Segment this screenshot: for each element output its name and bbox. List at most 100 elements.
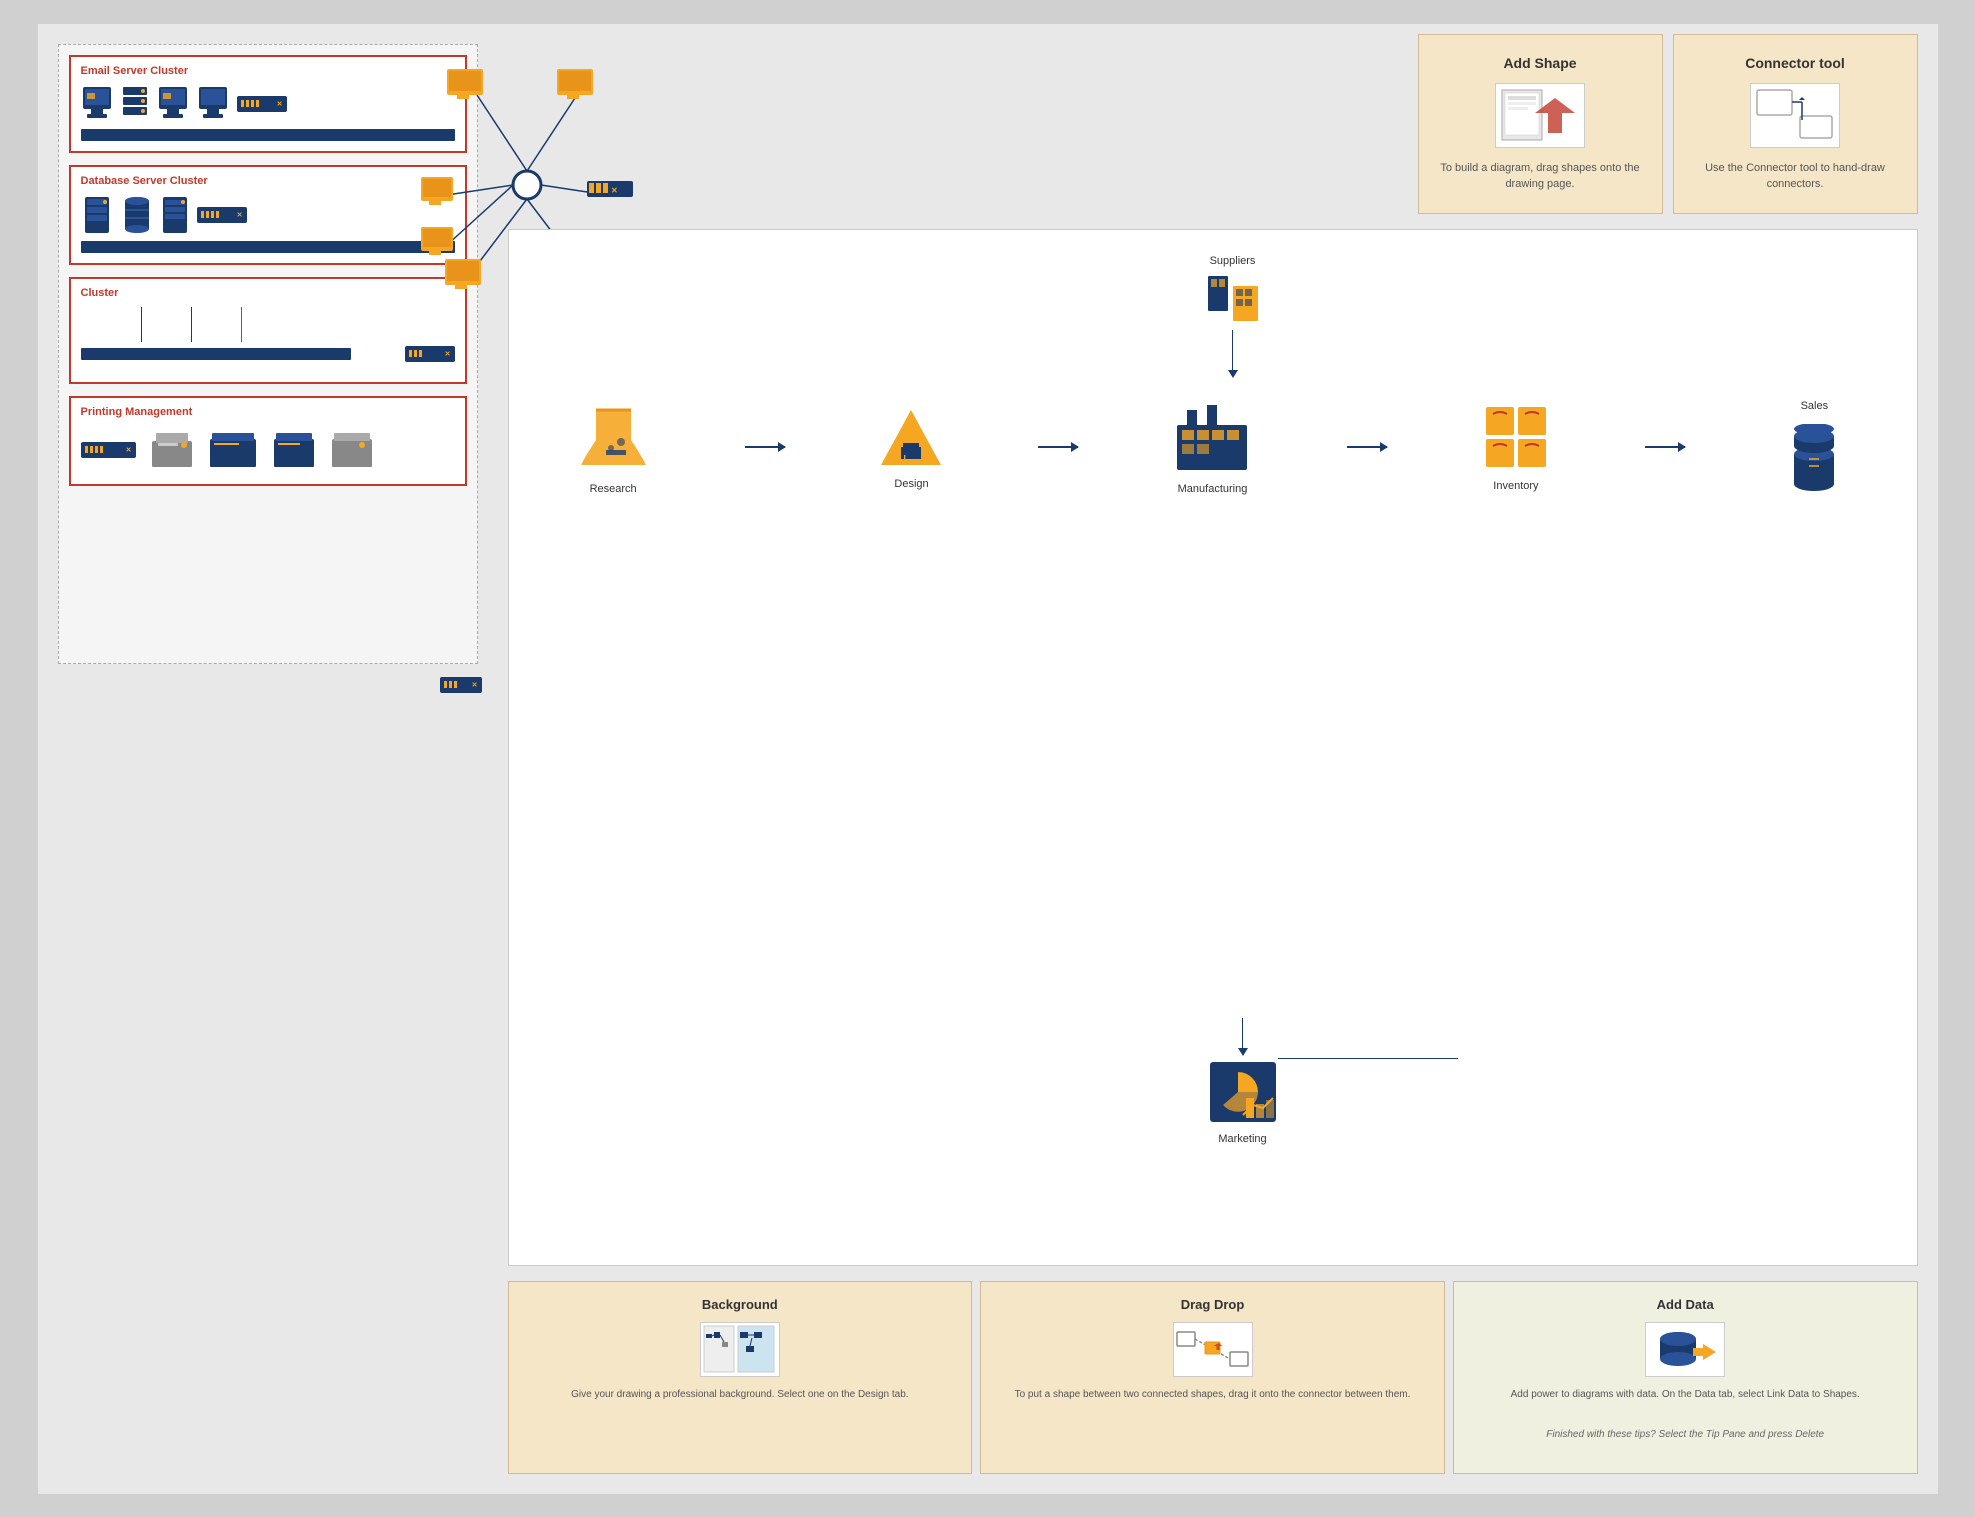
printer-2-icon [208, 431, 258, 469]
marketing-node[interactable]: Marketing [1208, 1060, 1278, 1145]
sales-node[interactable]: Sales [1779, 400, 1849, 494]
background-tip-title: Background [702, 1297, 778, 1312]
add-data-title: Add Data [1657, 1297, 1714, 1312]
drag-drop-text: To put a shape between two connected sha… [1015, 1387, 1411, 1402]
printing-title: Printing Management [81, 406, 455, 418]
suppliers-label: Suppliers [1210, 255, 1256, 267]
cross-connector: ✕ [440, 677, 482, 693]
workstation-1[interactable] [81, 85, 113, 123]
manufacturing-label: Manufacturing [1178, 483, 1248, 495]
workstation-2[interactable] [157, 85, 189, 123]
printing-switch-group[interactable]: ✕ [81, 442, 136, 458]
add-shape-icon-area [1495, 83, 1585, 148]
email-server-title: Email Server Cluster [81, 65, 455, 77]
switch-db-port-3 [211, 211, 214, 218]
printer-3[interactable] [272, 431, 316, 469]
switch-db-x: ✕ [237, 211, 243, 219]
suppliers-icon [1203, 271, 1263, 326]
switch-db[interactable]: ✕ [197, 207, 247, 223]
cs-x: ✕ [472, 681, 478, 689]
switch-1-body: ✕ [237, 96, 287, 112]
cluster-bus [81, 348, 351, 360]
suppliers-arrow-line [1232, 330, 1234, 370]
ps-port-1 [85, 446, 88, 453]
arrow-design-manufacturing [1038, 446, 1078, 448]
main-flow: Research ! Design [529, 400, 1897, 495]
simple-cluster-title: Cluster [81, 287, 455, 299]
sales-icon [1779, 424, 1849, 494]
db-cylinder-1[interactable] [121, 195, 153, 235]
workstation-2-icon [157, 85, 189, 123]
marketing-group: Marketing [1208, 1018, 1278, 1145]
process-diagram: Suppliers [508, 229, 1918, 1266]
stick-3-red [241, 307, 243, 342]
canvas: Email Server Cluster [38, 24, 1938, 1494]
server-stack-1[interactable] [121, 85, 149, 123]
switch-port-3 [251, 100, 254, 107]
drag-drop-icon [1173, 1322, 1253, 1377]
background-tip-icon [700, 1322, 780, 1377]
connector-tool-panel: Connector tool Use the Connector tool to… [1673, 34, 1918, 214]
switch-port-1 [241, 100, 244, 107]
inventory-node[interactable]: Inventory [1481, 402, 1551, 492]
switch-db-port-2 [206, 211, 209, 218]
cs-port-2 [449, 681, 452, 688]
connector-tool-illustration [1755, 88, 1835, 143]
ps-port-2 [90, 446, 93, 453]
db-server-tower[interactable] [161, 195, 189, 235]
add-data-illustration [1648, 1324, 1723, 1374]
add-data-tip: Add Data Add power to diagrams with data… [1453, 1281, 1918, 1474]
drag-drop-tip: Drag Drop To put a shape between two con… [980, 1281, 1445, 1474]
email-server-cluster[interactable]: Email Server Cluster [69, 55, 467, 153]
cross-switch: ✕ [440, 677, 482, 693]
network-cluster-area: Email Server Cluster [58, 44, 478, 664]
cluster-switch-body: ✕ [405, 346, 455, 362]
printing-cluster[interactable]: Printing Management ✕ [69, 396, 467, 486]
switch-db-body: ✕ [197, 207, 247, 223]
ps-port-3 [95, 446, 98, 453]
add-shape-text: To build a diagram, drag shapes onto the… [1434, 160, 1647, 193]
manufacturing-node[interactable]: Manufacturing [1172, 400, 1252, 495]
workstation-1-icon [81, 85, 113, 123]
workstation-3[interactable] [197, 85, 229, 123]
research-icon [576, 400, 651, 475]
db-server-1[interactable] [81, 195, 113, 235]
switch-db-port-4 [216, 211, 219, 218]
cluster-switch-port-1 [409, 350, 412, 357]
switch-x-mark: ✕ [277, 100, 283, 108]
printer-1[interactable] [150, 431, 194, 469]
manufacturing-icon [1172, 400, 1252, 475]
server-stack-1-icon [121, 85, 149, 123]
cluster-switch-port-3 [419, 350, 422, 357]
drag-drop-illustration [1175, 1324, 1250, 1374]
printer-4-icon [330, 431, 374, 469]
top-tips-row: Add Shape To build a diagram, drag shape… [1418, 34, 1918, 214]
add-shape-illustration [1500, 88, 1580, 143]
left-panel: Email Server Cluster [58, 44, 488, 1474]
db-cylinder-1-icon [121, 195, 153, 235]
background-tip: Background [508, 1281, 973, 1474]
printer-3-icon [272, 431, 316, 469]
cluster-switch-port-2 [414, 350, 417, 357]
database-server-cluster[interactable]: Database Server Cluster [69, 165, 467, 265]
switch-1[interactable]: ✕ [237, 96, 287, 112]
design-node[interactable]: ! Design [879, 405, 944, 490]
research-label: Research [590, 483, 637, 495]
research-node[interactable]: Research [576, 400, 651, 495]
suppliers-group: Suppliers [1203, 255, 1263, 378]
design-icon: ! [879, 405, 944, 470]
m-to-s-horiz [1278, 1058, 1458, 1060]
arrow-research-design [745, 446, 785, 448]
arrow-inventory-sales [1645, 446, 1685, 448]
add-data-text: Add power to diagrams with data. On the … [1511, 1387, 1860, 1402]
printer-2[interactable] [208, 431, 258, 469]
db-server-tower-icon [161, 195, 189, 235]
cluster-switch[interactable]: ✕ [405, 346, 455, 362]
database-server-content: ✕ [81, 195, 455, 235]
email-server-content: ✕ [81, 85, 455, 123]
printer-4[interactable] [330, 431, 374, 469]
cs-port-3 [454, 681, 457, 688]
workstation-3-icon [197, 85, 229, 123]
simple-cluster[interactable]: Cluster ✕ [69, 277, 467, 384]
db-server-1-icon [81, 195, 113, 235]
